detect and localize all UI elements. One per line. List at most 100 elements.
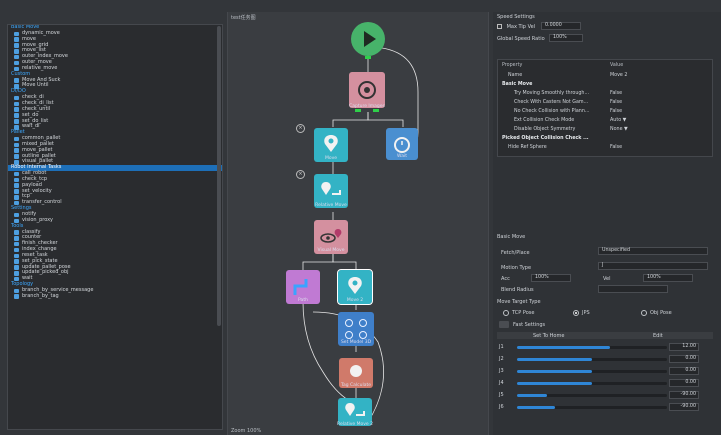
jps-label: JPS [582, 310, 590, 316]
property-row[interactable]: Hide Ref Sphere False [498, 144, 712, 151]
step-icon [14, 43, 19, 48]
step-icon [14, 136, 19, 142]
property-value[interactable]: False [610, 90, 622, 97]
joint-name: J4 [499, 380, 504, 386]
joint-slider-fill [517, 346, 610, 349]
property-row[interactable]: No Check Collision with Plann... False [498, 108, 712, 115]
joint-slider-fill [517, 394, 547, 397]
fast-settings-label: Fast Settings [513, 322, 546, 328]
step-icon [14, 54, 19, 60]
property-value[interactable]: Move 2 [610, 72, 627, 79]
property-value[interactable]: False [610, 108, 622, 115]
property-value[interactable]: False [610, 144, 622, 151]
global-speed-label: Global Speed Ratio [497, 36, 545, 42]
step-icon [14, 101, 19, 107]
joint-slider[interactable] [517, 370, 667, 373]
edit-button[interactable]: Edit [653, 333, 663, 339]
start-output-port[interactable] [365, 56, 371, 59]
step-icon [14, 37, 19, 42]
property-row[interactable]: Name Move 2 [498, 72, 712, 79]
step-icon [14, 119, 19, 124]
property-table: Property Value Name Move 2 Basic Move Try M… [497, 59, 713, 157]
step-library-panel: Basic Move dynamic_move move move_grid move_… [7, 24, 223, 430]
property-row[interactable]: Check With Casters Not Gam... False [498, 99, 712, 106]
vision-port-b[interactable] [373, 109, 379, 112]
motion-type-select[interactable]: J [598, 262, 708, 270]
breakpoint-badge-2[interactable]: × [296, 170, 305, 179]
step-icon [14, 189, 19, 194]
property-key: Try Moving Smoothly through... [514, 91, 590, 96]
step-icon [14, 95, 19, 101]
fetch-place-select[interactable]: Unspecified [598, 247, 708, 255]
vision-port-a[interactable] [355, 109, 361, 112]
step-icon [14, 142, 19, 148]
property-key: Basic Move [502, 82, 533, 87]
property-key: Disable Object Symmetry [514, 127, 576, 132]
global-speed-input[interactable]: 100% [549, 34, 583, 42]
property-value[interactable]: False [610, 99, 622, 106]
vel-label: Vel [603, 276, 611, 282]
joint-value-input[interactable]: 12.00 [669, 343, 699, 351]
max-tip-vel-row: Max Tip Vel [497, 24, 535, 30]
value-column-header: Value [610, 63, 624, 68]
joint-value-input[interactable]: 0.00 [669, 367, 699, 375]
property-row[interactable]: Ext Collision Check Mode Auto ▼ [498, 117, 712, 124]
tree-label: branch_by_tag [22, 292, 59, 299]
property-row[interactable]: Disable Object Symmetry None ▼ [498, 126, 712, 133]
step-icon [14, 60, 19, 66]
step-icon [14, 288, 19, 294]
joint-slider[interactable] [517, 358, 667, 361]
step-icon [14, 31, 19, 37]
joint-value-input[interactable]: 0.00 [669, 355, 699, 363]
blend-radius-input[interactable] [598, 285, 668, 293]
tcp-pose-label: TCP Pose [512, 310, 535, 316]
step-library-scrollbar[interactable] [217, 26, 221, 326]
property-row[interactable]: Try Moving Smoothly through... False [498, 90, 712, 97]
breakpoint-badge[interactable]: × [296, 124, 305, 133]
set-model-label: Set Model 3D [340, 340, 372, 345]
joint-value-input[interactable]: -90.00 [669, 391, 699, 399]
step-icon [14, 253, 19, 259]
joint-name: J2 [499, 356, 504, 362]
start-node[interactable] [351, 22, 385, 56]
step-icon [14, 78, 19, 83]
obj-pose-radio[interactable] [641, 310, 647, 316]
tcp-pose-radio[interactable] [503, 310, 509, 316]
capture-images-node[interactable] [349, 72, 385, 108]
property-key: Picked Object Collision Check ... [502, 136, 589, 141]
joint-slider[interactable] [517, 406, 667, 409]
joint-name: J3 [499, 368, 504, 374]
acc-input[interactable]: 100% [531, 274, 571, 282]
move-label: Move [324, 156, 338, 161]
joint-slider-row: J2 0.00 [497, 355, 715, 364]
step-icon [14, 241, 19, 247]
step-icon [14, 247, 19, 253]
set-to-home-button[interactable]: Set To Home [533, 333, 564, 339]
joint-slider-row: J1 12.00 [497, 343, 715, 352]
relative-move-label: Relative Move [315, 203, 347, 208]
step-icon [14, 195, 19, 200]
motion-type-label: Motion Type [501, 265, 532, 271]
joint-slider[interactable] [517, 394, 667, 397]
jps-radio[interactable] [573, 310, 579, 316]
app-window: Basic Move dynamic_move move move_grid move_… [0, 0, 721, 435]
property-row[interactable]: Picked Object Collision Check ... [498, 135, 712, 142]
joint-slider[interactable] [517, 346, 667, 349]
step-icon [14, 107, 19, 112]
joint-value-input[interactable]: 0.00 [669, 379, 699, 387]
property-value[interactable]: None ▼ [610, 126, 628, 133]
max-tip-vel-checkbox[interactable] [497, 24, 502, 29]
vel-input[interactable]: 100% [643, 274, 693, 282]
max-tip-vel-input[interactable]: 0.0000 [541, 22, 581, 30]
play-icon [364, 31, 376, 47]
property-header-row: Property Value [498, 62, 712, 69]
property-value[interactable]: Auto ▼ [610, 117, 626, 124]
fast-settings-toggle[interactable] [499, 321, 509, 328]
camera-icon [358, 81, 376, 99]
graph-canvas[interactable]: test任务图 Capture Images × Move Wait × Rel… [227, 12, 489, 435]
joint-value-input[interactable]: -90.00 [669, 403, 699, 411]
property-row[interactable]: Basic Move [498, 81, 712, 88]
property-key: Name [508, 73, 523, 78]
joint-slider[interactable] [517, 382, 667, 385]
tree-item[interactable]: branch_by_tag [8, 292, 222, 300]
